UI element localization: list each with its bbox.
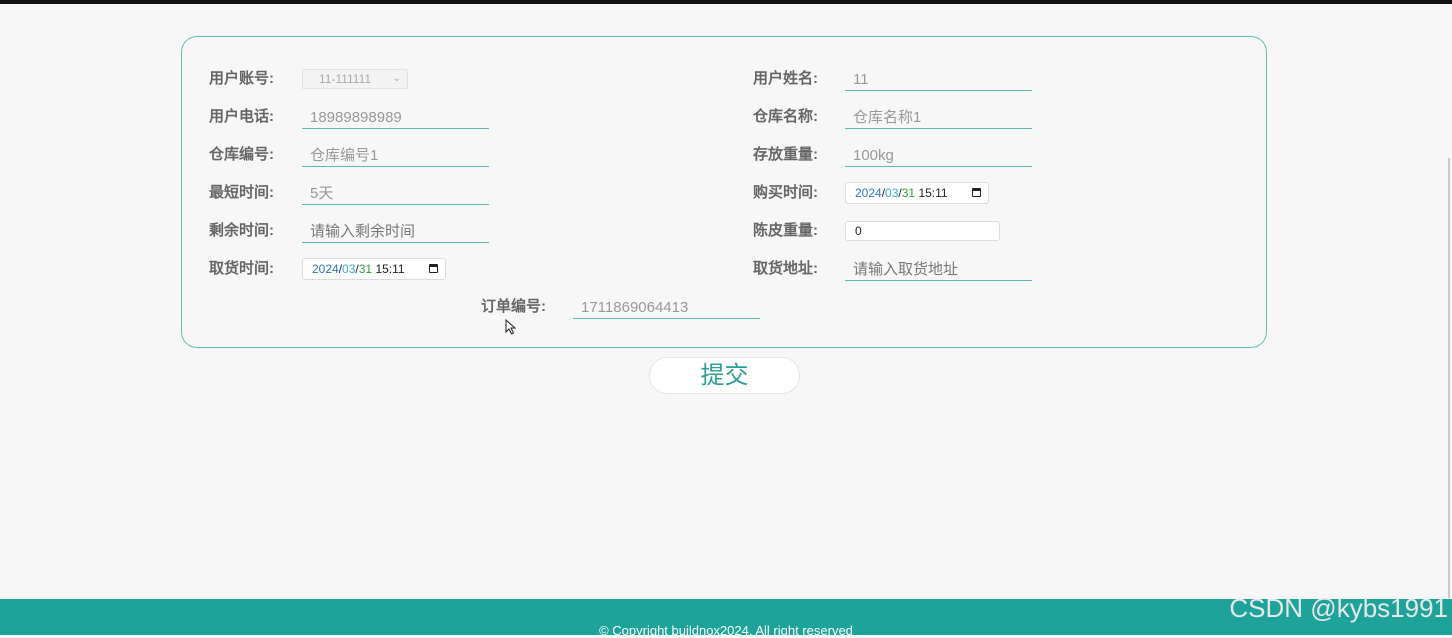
user-account-select[interactable]: 11-111111 ⌄ [302, 69, 408, 89]
stored-weight-label: 存放重量: [753, 146, 818, 163]
warehouse-name-input[interactable]: 仓库名称1 [845, 107, 1032, 129]
mouse-cursor-icon [505, 319, 517, 335]
purchase-time-input[interactable]: 2024/03/31 15:11 [845, 182, 989, 204]
remaining-time-input[interactable]: 请输入剩余时间 [302, 221, 489, 243]
pickup-time-label: 取货时间: [209, 260, 274, 277]
stored-weight-input[interactable]: 100kg [845, 145, 1032, 167]
calendar-icon[interactable] [429, 264, 438, 273]
warehouse-number-input[interactable]: 仓库编号1 [302, 145, 489, 167]
min-time-input[interactable]: 5天 [302, 183, 489, 205]
pickup-year: 2024 [312, 262, 339, 276]
submit-button[interactable]: 提交 [649, 357, 800, 394]
order-form-card: 用户账号: 11-111111 ⌄ 用户姓名: 11 用户电话: 1898989… [181, 36, 1267, 348]
footer-copyright: © Copyright buildnox2024. All right rese… [599, 623, 853, 638]
purchase-day: 31 [901, 186, 916, 200]
user-account-label: 用户账号: [209, 70, 274, 87]
warehouse-number-label: 仓库编号: [209, 146, 274, 163]
min-time-label: 最短时间: [209, 184, 274, 201]
user-phone-input[interactable]: 18989898989 [302, 107, 489, 129]
user-name-input[interactable]: 11 [845, 69, 1032, 91]
user-account-value: 11-111111 [319, 72, 372, 86]
scrollbar[interactable] [1448, 158, 1450, 598]
watermark: CSDN @kybs1991 [1229, 593, 1448, 623]
pickup-clock: 15:11 [375, 262, 405, 276]
chevron-down-icon: ⌄ [392, 73, 401, 84]
purchase-clock: 15:11 [918, 186, 948, 200]
user-name-label: 用户姓名: [753, 70, 818, 87]
pickup-day: 31 [358, 262, 373, 276]
calendar-icon[interactable] [972, 188, 981, 197]
remaining-time-label: 剩余时间: [209, 222, 274, 239]
pickup-address-input[interactable]: 请输入取货地址 [845, 259, 1032, 281]
purchase-year: 2024 [855, 186, 882, 200]
pickup-month: 03 [342, 262, 356, 276]
tare-weight-input[interactable]: 0 [845, 221, 1000, 241]
order-number-input[interactable]: 1711869064413 [573, 297, 760, 319]
warehouse-name-label: 仓库名称: [753, 108, 818, 125]
purchase-time-label: 购买时间: [753, 184, 818, 201]
top-border [0, 0, 1452, 4]
pickup-address-label: 取货地址: [753, 260, 818, 277]
user-phone-label: 用户电话: [209, 108, 274, 125]
pickup-time-input[interactable]: 2024/03/31 15:11 [302, 258, 446, 280]
tare-weight-label: 陈皮重量: [753, 222, 818, 239]
purchase-month: 03 [885, 186, 899, 200]
order-number-label: 订单编号: [481, 298, 546, 315]
